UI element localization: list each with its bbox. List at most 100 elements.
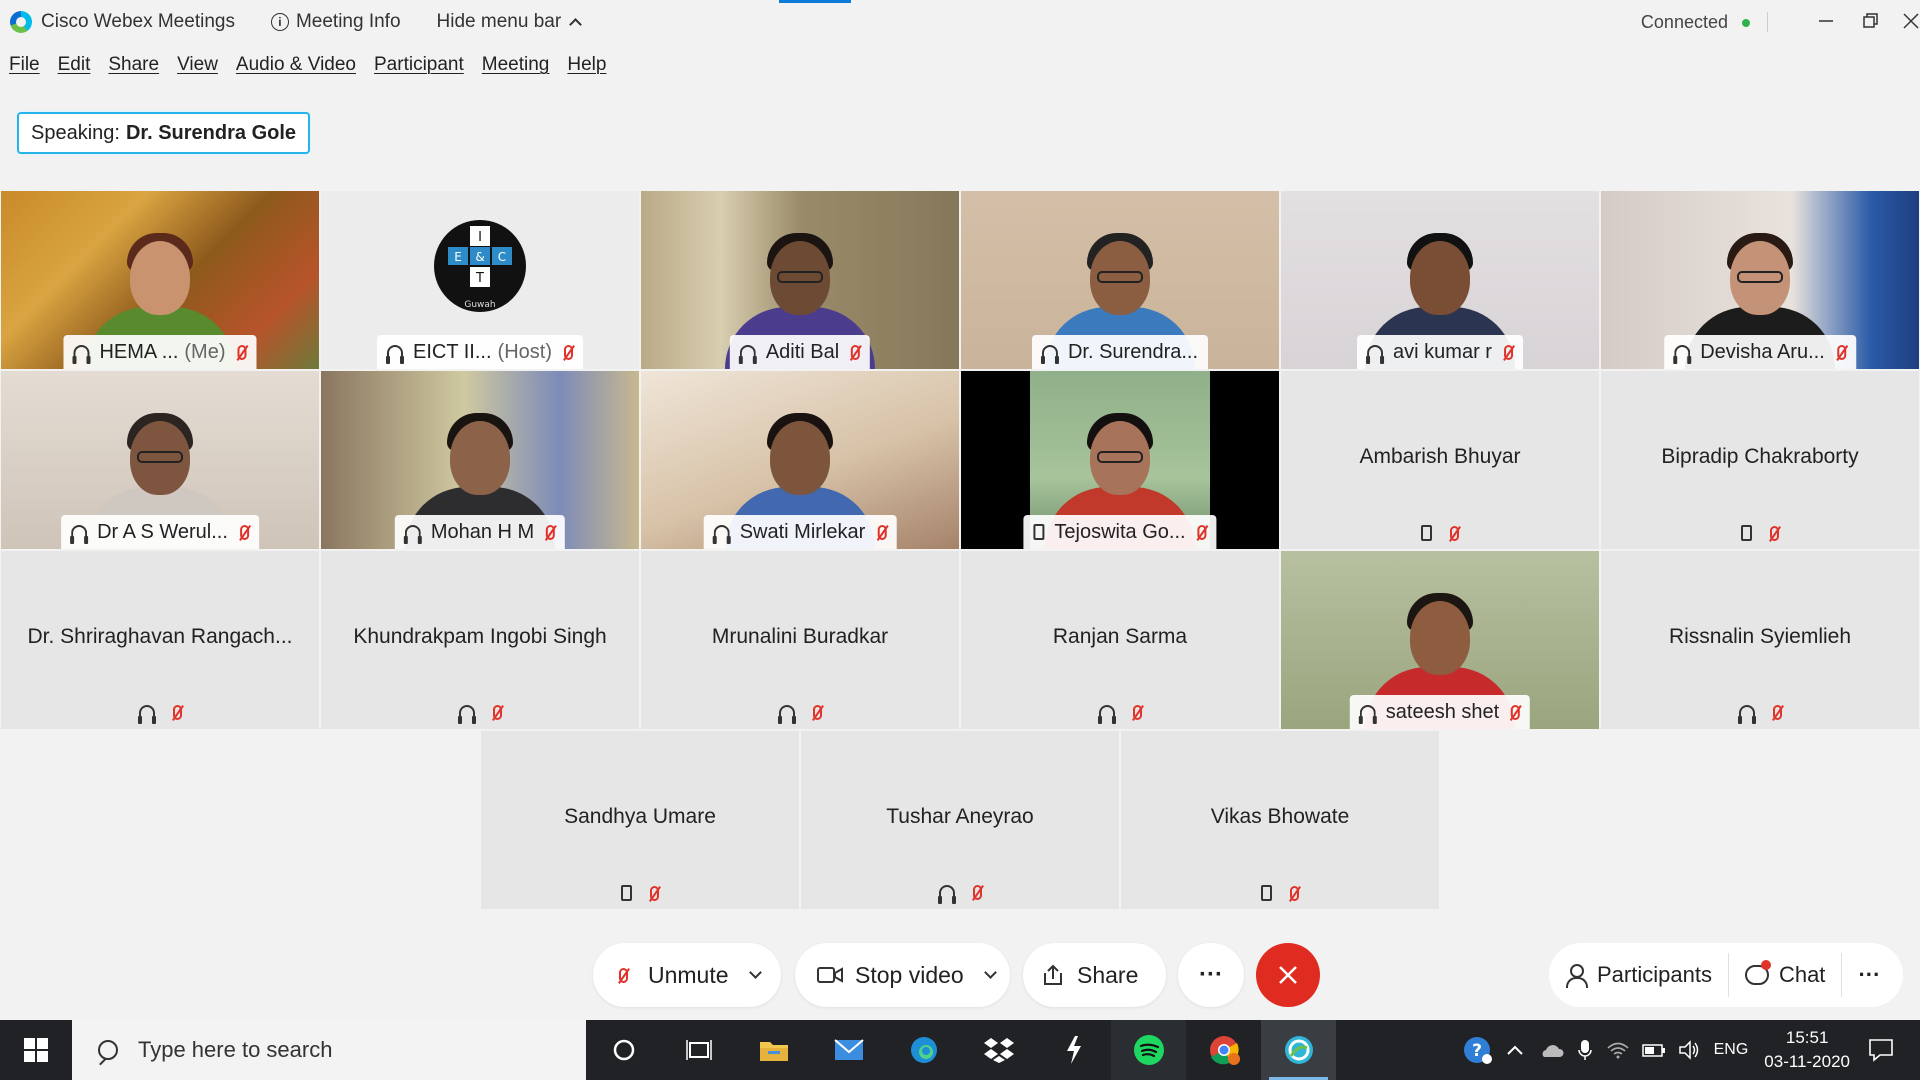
video-tile-werulkar[interactable]: Dr A S Werul... [1,371,319,549]
chrome-icon [1209,1036,1240,1065]
cortana-button[interactable] [586,1020,661,1080]
minimize-button[interactable] [1811,8,1841,34]
webex-taskbar-button[interactable] [1261,1020,1336,1080]
participant-tile-mrunalini[interactable]: Mrunalini Buradkar [641,551,959,729]
language-indicator[interactable]: ENG [1714,1041,1749,1059]
meeting-info-button[interactable]: i Meeting Info [270,11,401,33]
help-icon[interactable]: ? [1462,1035,1492,1065]
menu-participant[interactable]: Participant [374,54,464,84]
webex-logo-icon [10,11,32,33]
video-tile-swati[interactable]: Swati Mirlekar [641,371,959,549]
more-panels-button[interactable]: ··· [1842,943,1896,1007]
participant-tile-tushar[interactable]: Tushar Aneyrao [801,731,1119,909]
menu-meeting[interactable]: Meeting [482,54,550,84]
menu-view[interactable]: View [177,54,218,84]
share-icon [1044,964,1062,985]
mail-button[interactable] [811,1020,886,1080]
chevron-down-icon[interactable] [983,966,997,979]
file-explorer-button[interactable] [736,1020,811,1080]
headset-icon [137,705,156,724]
participants-button[interactable]: Participants [1549,943,1728,1007]
folder-icon [759,1042,788,1061]
chevron-down-icon[interactable] [748,966,762,979]
video-tile-mohan[interactable]: Mohan H M [321,371,639,549]
spotify-icon [1133,1035,1164,1065]
video-tile-avi[interactable]: avi kumar r [1281,191,1599,369]
close-button[interactable] [1896,8,1920,34]
share-button[interactable]: Share [1023,943,1166,1007]
participant-tile-shriraghavan[interactable]: Dr. Shriraghavan Rangach... [1,551,319,729]
chat-icon [1744,960,1771,985]
phone-icon [1033,524,1045,540]
app-shortcut-button[interactable] [1036,1020,1111,1080]
dropbox-button[interactable] [961,1020,1036,1080]
participant-name: Ranjan Sarma [1052,625,1188,648]
top-tab-indicator [779,0,851,3]
chevron-up-icon [569,18,583,31]
chrome-button[interactable] [1186,1020,1261,1080]
participant-tile-sandhya[interactable]: Sandhya Umare [481,731,799,909]
video-tile-devisha[interactable]: Devisha Aru... [1601,191,1919,369]
video-tile-eict[interactable]: I E & C T Guwah EICT II... (Host) [321,191,639,369]
participant-name: HEMA ... [99,340,179,363]
microphone-icon[interactable] [1577,1039,1592,1061]
participant-status-icons [1601,705,1919,724]
clock[interactable]: 15:51 03-11-2020 [1764,1026,1850,1074]
video-tile-aditi[interactable]: Aditi Bal [641,191,959,369]
chat-button[interactable]: Chat [1729,943,1841,1007]
taskbar-search[interactable]: Type here to search [72,1020,586,1080]
more-options-button[interactable]: ··· [1178,943,1244,1007]
video-tile-sateesh[interactable]: sateesh shet [1281,551,1599,729]
stop-video-button[interactable]: Stop video [795,943,1010,1007]
svg-text:C: C [498,250,506,264]
volume-icon[interactable] [1678,1040,1700,1060]
menu-audio-video[interactable]: Audio & Video [236,54,356,84]
video-tile-tejoswita[interactable]: Tejoswita Go... [961,371,1279,549]
menu-edit[interactable]: Edit [58,54,91,84]
start-button[interactable] [0,1020,72,1080]
headset-icon [777,705,796,724]
participant-tile-vikas[interactable]: Vikas Bhowate [1121,731,1439,909]
svg-text:&: & [475,250,484,264]
end-meeting-button[interactable] [1256,943,1320,1007]
participant-label: sateesh shet [1349,695,1531,729]
task-view-button[interactable] [661,1020,736,1080]
mic-muted-icon [1450,525,1459,541]
participant-tile-bipradip[interactable]: Bipradip Chakraborty [1601,371,1919,549]
participant-label: HEMA ... (Me) [63,335,257,369]
participant-name: Devisha Aru... [1700,340,1825,363]
wifi-icon[interactable] [1606,1040,1630,1060]
headset-icon [1358,704,1377,724]
mic-muted-icon [851,344,861,360]
onedrive-icon[interactable] [1538,1041,1564,1059]
chevron-up-icon[interactable] [1506,1044,1524,1056]
mic-muted-icon [1132,705,1142,720]
host-logo: I E & C T Guwah [434,220,526,312]
speaking-name: Dr. Surendra Gole [125,121,297,144]
app-name: Cisco Webex Meetings [41,11,235,32]
participant-label: Tejoswita Go... [1023,515,1217,549]
phone-icon [1261,885,1272,901]
video-tile-surendra[interactable]: Dr. Surendra... [961,191,1279,369]
participant-status-icons [321,705,639,724]
battery-icon[interactable] [1641,1042,1666,1058]
participant-tile-ambarish[interactable]: Ambarish Bhuyar [1281,371,1599,549]
menu-share[interactable]: Share [108,54,159,84]
restore-button[interactable] [1856,8,1886,34]
edge-button[interactable] [886,1020,961,1080]
hide-menu-bar-button[interactable]: Hide menu bar [436,11,583,33]
hide-menu-label: Hide menu bar [436,11,562,32]
participant-tile-khundrakpam[interactable]: Khundrakpam Ingobi Singh [321,551,639,729]
menu-help[interactable]: Help [567,54,606,84]
spotify-button[interactable] [1111,1020,1186,1080]
video-tile-hema[interactable]: HEMA ... (Me) [1,191,319,369]
menu-file[interactable]: File [9,54,40,84]
participant-tile-rissnalin[interactable]: Rissnalin Syiemlieh [1601,551,1919,729]
more-icon: ··· [1858,962,1881,987]
headset-icon [386,344,404,364]
notifications-icon[interactable] [1868,1038,1894,1062]
unmute-button[interactable]: Unmute [593,943,781,1007]
participant-tile-ranjan[interactable]: Ranjan Sarma [961,551,1279,729]
windows-logo-icon [24,1038,48,1062]
cortana-icon [613,1039,634,1061]
